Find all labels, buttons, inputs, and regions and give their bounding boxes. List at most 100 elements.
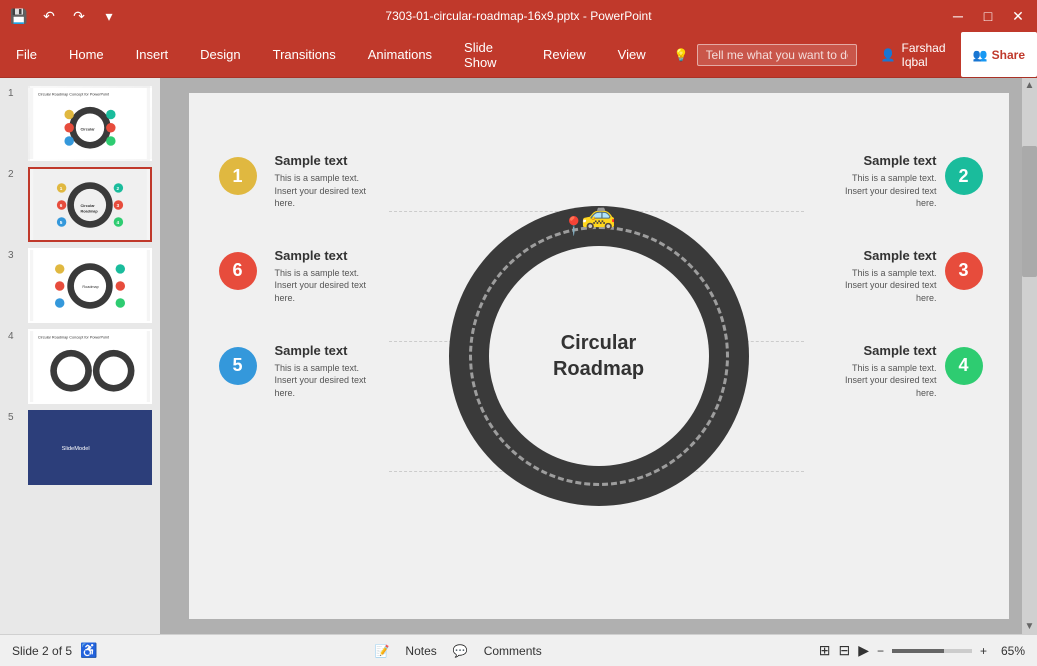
slide-thumb-4[interactable]: Circular Roadmap Concept for PowerPoint xyxy=(28,329,152,404)
svg-text:2: 2 xyxy=(117,186,120,192)
item-text-4: Sample text This is a sample text.Insert… xyxy=(845,343,937,400)
svg-text:Circular: Circular xyxy=(81,128,96,132)
item-desc-6: This is a sample text.Insert your desire… xyxy=(275,267,367,305)
tab-design[interactable]: Design xyxy=(184,32,256,77)
item-desc-1: This is a sample text.Insert your desire… xyxy=(275,172,367,210)
zoom-slider-fill xyxy=(892,649,944,653)
slide-number-1: 1 xyxy=(8,86,22,99)
circle-6: 6 xyxy=(219,252,257,290)
window-controls: ─ □ ✕ xyxy=(947,5,1029,27)
lightbulb-icon: 💡 xyxy=(674,48,689,62)
app-title: 7303-01-circular-roadmap-16x9.pptx - Pow… xyxy=(385,9,651,23)
user-icon: 👤 xyxy=(881,48,896,62)
search-input[interactable] xyxy=(697,44,857,66)
tab-view[interactable]: View xyxy=(602,32,662,77)
road-ring: 🚕 📍 Circular Roadmap xyxy=(449,206,749,506)
circle-3: 3 xyxy=(945,252,983,290)
item-desc-2: This is a sample text.Insert your desire… xyxy=(845,172,937,210)
ribbon-search-area: 💡 xyxy=(662,32,869,77)
item-title-1: Sample text xyxy=(275,153,367,168)
slide-item-5[interactable]: 5 SlideModel xyxy=(8,410,152,485)
slide-thumb-5[interactable]: SlideModel xyxy=(28,410,152,485)
canvas-area: 1 Sample text This is a sample text.Inse… xyxy=(160,78,1037,634)
tab-review[interactable]: Review xyxy=(527,32,602,77)
tab-insert[interactable]: Insert xyxy=(120,32,185,77)
item-title-6: Sample text xyxy=(275,248,367,263)
pin-icon: 📍 xyxy=(563,216,585,237)
item-desc-4: This is a sample text.Insert your desire… xyxy=(845,362,937,400)
item-text-2: Sample text This is a sample text.Insert… xyxy=(845,153,937,210)
circle-1: 1 xyxy=(219,157,257,195)
comments-label[interactable]: Comments xyxy=(484,644,542,658)
slide-item-3[interactable]: 3 Roadmap xyxy=(8,248,152,323)
vertical-scrollbar[interactable]: ▲ ▼ xyxy=(1022,78,1037,634)
item-title-4: Sample text xyxy=(845,343,937,358)
zoom-slider[interactable] xyxy=(892,649,972,653)
tab-animations[interactable]: Animations xyxy=(352,32,448,77)
item-text-5: Sample text This is a sample text.Insert… xyxy=(275,343,367,400)
save-quick-btn[interactable]: 💾 xyxy=(8,5,30,27)
zoom-out-icon[interactable]: − xyxy=(877,644,884,658)
center-text: Circular Roadmap xyxy=(553,330,644,382)
slide-item-4[interactable]: 4 Circular Roadmap Concept for PowerPoin… xyxy=(8,329,152,404)
svg-text:SlideModel: SlideModel xyxy=(62,446,90,452)
road-item-5: 5 Sample text This is a sample text.Inse… xyxy=(209,343,377,400)
title-bar-left: 💾 ↶ ↷ ▾ xyxy=(8,5,120,27)
share-label: Share xyxy=(992,48,1025,62)
main-area: 1 Circular Roadmap Concept for PowerPoin… xyxy=(0,78,1037,634)
accessibility-icon: ♿ xyxy=(80,642,97,659)
svg-text:Roadmap: Roadmap xyxy=(81,210,99,214)
svg-text:Circular: Circular xyxy=(81,204,96,208)
svg-text:5: 5 xyxy=(60,220,63,226)
close-btn[interactable]: ✕ xyxy=(1007,5,1029,27)
svg-text:Circular Roadmap Concept for P: Circular Roadmap Concept for PowerPoint xyxy=(38,336,110,340)
tab-transitions[interactable]: Transitions xyxy=(257,32,352,77)
share-button[interactable]: 👥 Share xyxy=(961,32,1037,77)
share-icon: 👥 xyxy=(973,48,988,62)
slide-thumb-1[interactable]: Circular Roadmap Concept for PowerPoint … xyxy=(28,86,152,161)
center-text-line1: Circular xyxy=(561,332,637,354)
slide-thumb-3[interactable]: Roadmap xyxy=(28,248,152,323)
zoom-in-icon[interactable]: + xyxy=(980,644,987,658)
ribbon: File Home Insert Design Transitions Anim… xyxy=(0,32,1037,78)
title-bar: 💾 ↶ ↷ ▾ 7303-01-circular-roadmap-16x9.pp… xyxy=(0,0,1037,32)
road-item-2: 2 Sample text This is a sample text.Inse… xyxy=(835,153,993,210)
comments-icon: 💬 xyxy=(453,644,468,658)
slide-number-4: 4 xyxy=(8,329,22,342)
item-title-2: Sample text xyxy=(845,153,937,168)
item-desc-5: This is a sample text.Insert your desire… xyxy=(275,362,367,400)
slide-number-2: 2 xyxy=(8,167,22,180)
item-text-3: Sample text This is a sample text.Insert… xyxy=(845,248,937,305)
road-item-6: 6 Sample text This is a sample text.Inse… xyxy=(209,248,377,305)
undo-btn[interactable]: ↶ xyxy=(38,5,60,27)
notes-label[interactable]: Notes xyxy=(405,644,436,658)
tab-slideshow[interactable]: Slide Show xyxy=(448,32,527,77)
circle-2: 2 xyxy=(945,157,983,195)
slide-panel: 1 Circular Roadmap Concept for PowerPoin… xyxy=(0,78,160,634)
slide-item-2[interactable]: 2 Circular Roadmap 1 6 5 2 3 4 xyxy=(8,167,152,242)
center-roadmap: 🚕 📍 Circular Roadmap xyxy=(449,206,749,506)
user-area[interactable]: 👤 Farshad Iqbal xyxy=(869,32,961,77)
maximize-btn[interactable]: □ xyxy=(977,5,999,27)
notes-icon: 📝 xyxy=(374,644,389,658)
view-reading-icon[interactable]: ▶ xyxy=(858,642,869,659)
slide-thumb-2[interactable]: Circular Roadmap 1 6 5 2 3 4 xyxy=(28,167,152,242)
customize-btn[interactable]: ▾ xyxy=(98,5,120,27)
svg-text:3: 3 xyxy=(117,203,120,209)
slide-number-3: 3 xyxy=(8,248,22,261)
minimize-btn[interactable]: ─ xyxy=(947,5,969,27)
road-item-1: 1 Sample text This is a sample text.Inse… xyxy=(209,153,377,210)
item-desc-3: This is a sample text.Insert your desire… xyxy=(845,267,937,305)
zoom-level[interactable]: 65% xyxy=(995,644,1025,658)
road-item-4: 4 Sample text This is a sample text.Inse… xyxy=(835,343,993,400)
status-bar: Slide 2 of 5 ♿ 📝 Notes 💬 Comments ⊞ ⊟ ▶ … xyxy=(0,634,1037,666)
car-icon: 🚕 xyxy=(581,198,616,231)
slide-item-1[interactable]: 1 Circular Roadmap Concept for PowerPoin… xyxy=(8,86,152,161)
view-normal-icon[interactable]: ⊞ xyxy=(819,642,831,659)
redo-btn[interactable]: ↷ xyxy=(68,5,90,27)
status-left: Slide 2 of 5 ♿ xyxy=(12,642,97,659)
slide-info: Slide 2 of 5 xyxy=(12,644,72,658)
tab-home[interactable]: Home xyxy=(53,32,120,77)
tab-file[interactable]: File xyxy=(0,32,53,77)
view-slide-sorter-icon[interactable]: ⊟ xyxy=(838,642,850,659)
